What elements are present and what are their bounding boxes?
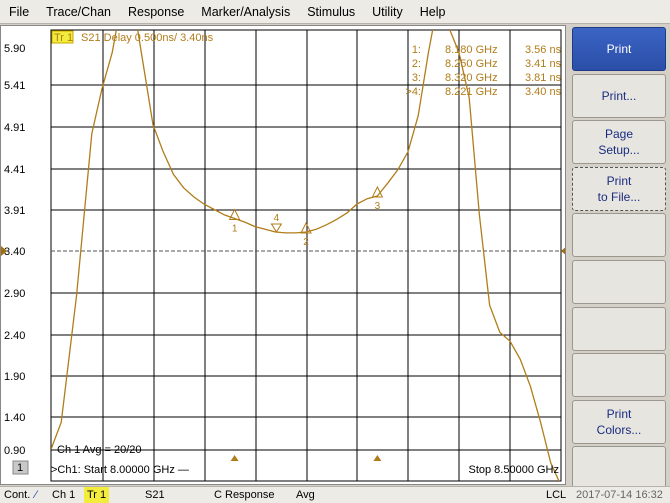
- marker-frequency: 8.221 GHz: [445, 86, 498, 98]
- marker-number: 3: [375, 201, 381, 212]
- softkey-blank-6[interactable]: [572, 306, 666, 351]
- channel-average: Ch 1 Avg = 20/20: [57, 444, 142, 456]
- marker-frequency: 8.320 GHz: [445, 72, 498, 84]
- menu-bar: File Trace/Chan Response Marker/Analysis Sti…: [0, 0, 670, 24]
- window-number: 1: [17, 462, 23, 474]
- status-correction[interactable]: C Response: [214, 487, 275, 503]
- menu-marker-analysis[interactable]: Marker/Analysis: [192, 0, 298, 24]
- softkey-page-setup[interactable]: Page Setup...: [572, 120, 666, 165]
- softkey-panel: Print Print... Page Setup... Print to File...…: [570, 25, 668, 491]
- trace-title: S21 Delay 0.500ns/ 3.40ns: [81, 32, 214, 44]
- y-tick-label: 2.40: [4, 330, 25, 342]
- softkey-label: Print: [606, 406, 632, 421]
- softkey-label: Page: [604, 127, 634, 142]
- menu-trace-chan[interactable]: Trace/Chan: [37, 0, 119, 24]
- softkey-blank-4[interactable]: [572, 213, 666, 258]
- status-reference: LCL: [546, 489, 567, 501]
- marker-label: >4:: [405, 86, 421, 98]
- status-parameter[interactable]: S21: [145, 487, 165, 503]
- softkey-blank-7[interactable]: [572, 353, 666, 398]
- softkey-label: Print: [606, 173, 632, 188]
- y-tick-label: 4.41: [4, 164, 25, 176]
- sweep-mode-icon: ⁄: [35, 489, 37, 501]
- softkey-label: Setup...: [598, 143, 640, 158]
- marker-label: 2:: [412, 58, 421, 70]
- marker-number: 2: [303, 237, 309, 248]
- marker-value: 3.41 ns: [525, 58, 562, 70]
- measurement-window[interactable]: 5.90 5.41 4.91 4.41 3.91 3.40 2.90 2.40 1.90 1.40…: [0, 25, 566, 485]
- softkey-blank-9[interactable]: [572, 446, 666, 491]
- menu-response[interactable]: Response: [119, 0, 192, 24]
- status-trace[interactable]: Tr 1: [84, 487, 110, 503]
- softkey-label: Colors...: [596, 422, 642, 437]
- sweep-start: >Ch1: Start 8.00000 GHz —: [51, 464, 189, 476]
- y-tick-label: 1.90: [4, 371, 25, 383]
- marker-value: 3.40 ns: [525, 86, 562, 98]
- sweep-stop: Stop 8.50000 GHz: [468, 464, 559, 476]
- delay-chart: 5.90 5.41 4.91 4.41 3.91 3.40 2.90 2.40 1.90 1.40…: [1, 29, 565, 482]
- menu-help[interactable]: Help: [411, 0, 454, 24]
- y-tick-label: 5.41: [4, 80, 25, 92]
- marker-value: 3.81 ns: [525, 72, 562, 84]
- marker-frequency: 8.180 GHz: [445, 44, 498, 56]
- softkey-blank-5[interactable]: [572, 260, 666, 304]
- marker-number: 1: [232, 224, 238, 235]
- menu-stimulus[interactable]: Stimulus: [298, 0, 363, 24]
- trace-badge: Tr 1: [54, 32, 73, 44]
- marker-number: 4: [274, 213, 280, 224]
- y-tick-label: 0.90: [4, 445, 25, 457]
- status-bar: Cont. ⁄ Ch 1 Tr 1 S21 C Response Avg LCL…: [0, 486, 670, 503]
- sweep-mode[interactable]: Cont.: [4, 487, 30, 503]
- menu-utility[interactable]: Utility: [363, 0, 411, 24]
- marker-label: 3:: [412, 72, 421, 84]
- marker-frequency: 8.250 GHz: [445, 58, 498, 70]
- marker-label: 1:: [412, 44, 421, 56]
- softkey-print-to-file[interactable]: Print to File...: [572, 166, 666, 211]
- softkey-label: Print...: [601, 88, 637, 103]
- y-tick-label: 2.90: [4, 288, 25, 300]
- softkey-print-colors[interactable]: Print Colors...: [572, 399, 666, 444]
- softkey-label: to File...: [597, 189, 641, 204]
- y-tick-label: 5.90: [4, 43, 25, 55]
- marker-value: 3.56 ns: [525, 44, 562, 56]
- menu-file[interactable]: File: [0, 0, 37, 24]
- softkey-label: Print: [606, 42, 632, 56]
- y-tick-label: 3.91: [4, 205, 25, 217]
- y-tick-label: 1.40: [4, 412, 25, 424]
- y-tick-label: 4.91: [4, 122, 25, 134]
- status-averaging[interactable]: Avg: [296, 487, 315, 503]
- status-datetime: 2017-07-14 16:32: [576, 489, 663, 501]
- y-tick-label: 3.40: [4, 246, 25, 258]
- softkey-print[interactable]: Print: [572, 27, 666, 71]
- reference-level-right-icon: [561, 247, 565, 255]
- status-channel[interactable]: Ch 1: [52, 487, 75, 503]
- softkey-print[interactable]: Print...: [572, 73, 666, 118]
